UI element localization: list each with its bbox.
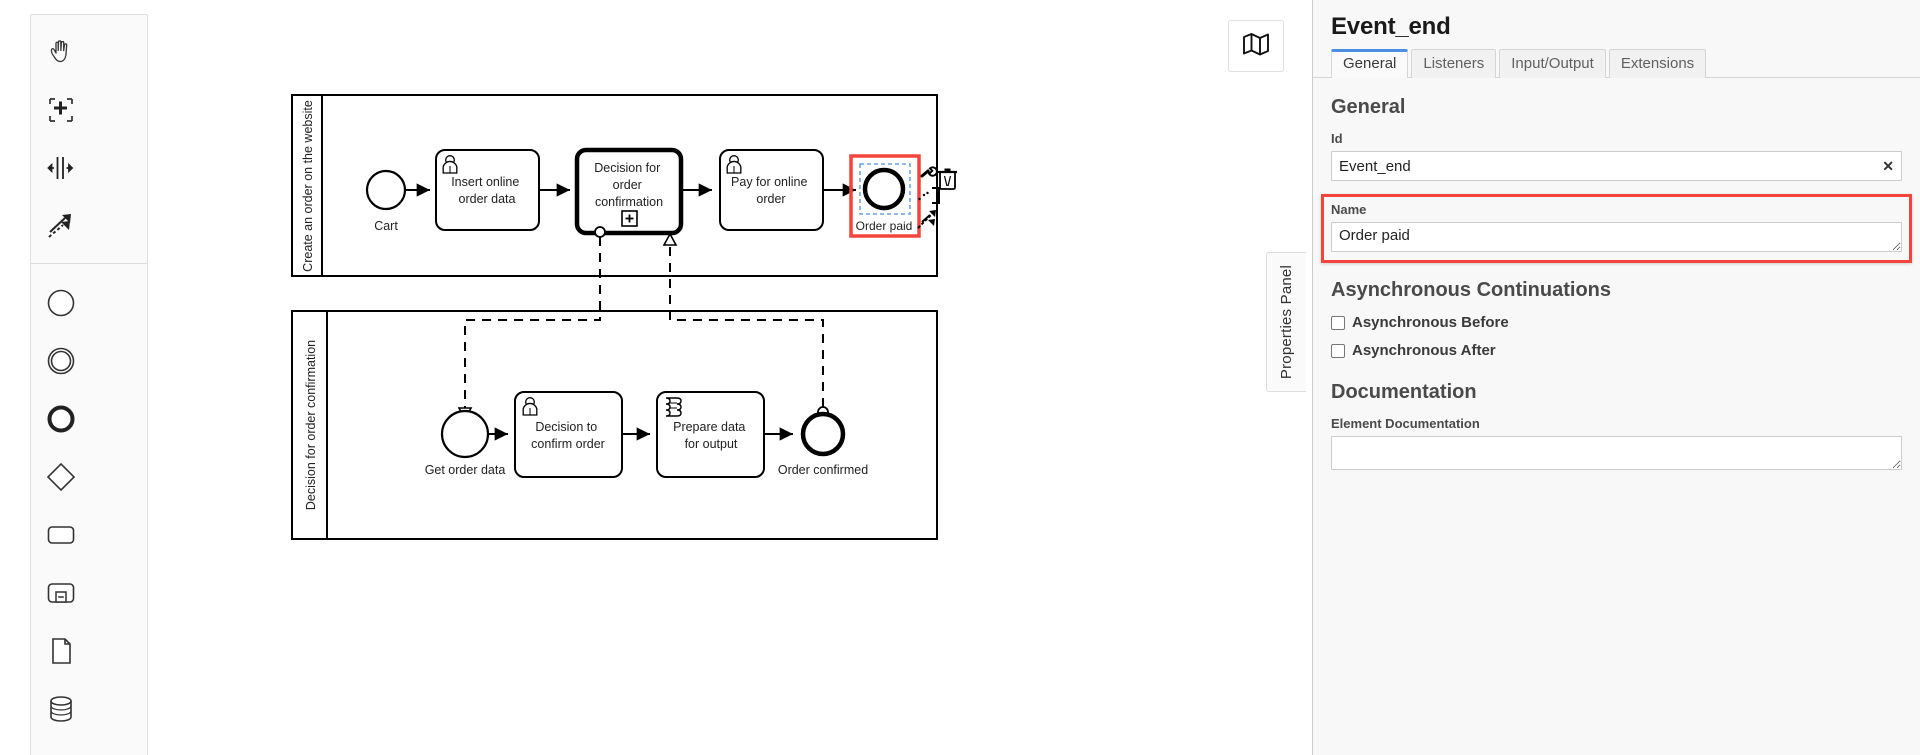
- bpmn-palette[interactable]: [30, 14, 148, 755]
- subprocess-icon[interactable]: [31, 564, 90, 622]
- palette-group-tools: [31, 21, 147, 257]
- id-input[interactable]: [1331, 151, 1902, 181]
- pool-label-decision-confirmation: Decision for order confirmation: [304, 340, 318, 510]
- pool-label-create-order: Create an order on the website: [301, 100, 315, 272]
- checkbox-row-async-before[interactable]: Asynchronous Before: [1331, 314, 1902, 331]
- start-event-cart-label: Cart: [374, 219, 398, 233]
- hand-tool-icon[interactable]: [31, 23, 90, 81]
- checkbox-row-async-after[interactable]: Asynchronous After: [1331, 342, 1902, 359]
- name-input[interactable]: [1331, 222, 1902, 252]
- trash-icon[interactable]: [938, 168, 957, 190]
- bpmn-canvas[interactable]: Create an order on the website Cart Inse…: [0, 0, 1312, 755]
- bpmn-modeler-app: Create an order on the website Cart Inse…: [0, 0, 1920, 755]
- properties-panel-toggle[interactable]: Properties Panel: [1266, 252, 1306, 392]
- field-element-documentation: Element Documentation: [1331, 416, 1902, 470]
- async-before-checkbox[interactable]: [1331, 315, 1345, 330]
- call-activity-decision-for-order-confirmation[interactable]: Decision for order confirmation: [574, 147, 684, 236]
- data-store-icon[interactable]: [31, 680, 90, 738]
- participant-icon[interactable]: [31, 738, 90, 755]
- collapsed-subprocess-plus-icon: [621, 210, 638, 227]
- field-name-label: Name: [1331, 202, 1367, 217]
- field-id: Id ✕: [1331, 131, 1902, 181]
- start-event-icon[interactable]: [31, 274, 90, 332]
- pool-decision-confirmation[interactable]: Decision for order confirmation Get orde…: [291, 310, 938, 540]
- properties-panel-tabs[interactable]: General Listeners Input/Output Extension…: [1313, 47, 1920, 78]
- gateway-icon[interactable]: [31, 448, 90, 506]
- task-pay-for-online-order[interactable]: Pay for online order: [719, 149, 824, 231]
- pool-create-order[interactable]: Create an order on the website Cart Inse…: [291, 94, 957, 277]
- map-icon: [1242, 32, 1270, 61]
- space-tool-icon[interactable]: [31, 139, 90, 197]
- properties-panel-title: Event_end: [1331, 13, 1451, 40]
- section-title-documentation: Documentation: [1331, 381, 1477, 403]
- async-after-checkbox[interactable]: [1331, 343, 1345, 358]
- end-event-icon[interactable]: [31, 390, 90, 448]
- field-id-label: Id: [1331, 131, 1343, 146]
- tab-extensions[interactable]: Extensions: [1608, 49, 1707, 78]
- clear-id-icon[interactable]: ✕: [1882, 159, 1894, 173]
- bpmn-diagram: Create an order on the website Cart Inse…: [291, 94, 957, 540]
- end-event-order-confirmed-label: Order confirmed: [778, 463, 868, 477]
- start-event-get-order-data-label: Get order data: [425, 463, 506, 477]
- properties-panel-toggle-label: Properties Panel: [1278, 264, 1295, 380]
- properties-panel: Event_end General Listeners Input/Output…: [1312, 0, 1920, 755]
- intermediate-event-icon[interactable]: [31, 332, 90, 390]
- end-event-order-paid-label: Order paid: [856, 219, 913, 233]
- task-icon[interactable]: [31, 506, 90, 564]
- task-prepare-data-for-output[interactable]: Prepare data for output: [656, 391, 765, 478]
- tab-general[interactable]: General: [1331, 49, 1409, 78]
- task-insert-online-order-data[interactable]: Insert online order data: [435, 149, 540, 231]
- async-after-label: Asynchronous After: [1352, 342, 1496, 359]
- section-title-general: General: [1331, 96, 1406, 118]
- element-documentation-input[interactable]: [1331, 436, 1902, 470]
- tab-listeners[interactable]: Listeners: [1411, 49, 1497, 78]
- tab-input-output[interactable]: Input/Output: [1499, 49, 1606, 78]
- field-element-documentation-label: Element Documentation: [1331, 416, 1480, 431]
- section-title-async-continuations: Asynchronous Continuations: [1331, 279, 1611, 301]
- lasso-tool-icon[interactable]: [31, 81, 90, 139]
- palette-group-elements: [31, 263, 147, 755]
- connect-tool-icon[interactable]: [31, 197, 90, 255]
- task-decision-to-confirm-order[interactable]: Decision to confirm order: [514, 391, 623, 478]
- async-before-label: Asynchronous Before: [1352, 314, 1509, 331]
- data-object-icon[interactable]: [31, 622, 90, 680]
- properties-panel-body: General Id ✕ Name Asynchronous Continuat…: [1313, 78, 1920, 470]
- minimap-toggle-button[interactable]: [1228, 20, 1284, 72]
- field-name: Name: [1321, 194, 1912, 263]
